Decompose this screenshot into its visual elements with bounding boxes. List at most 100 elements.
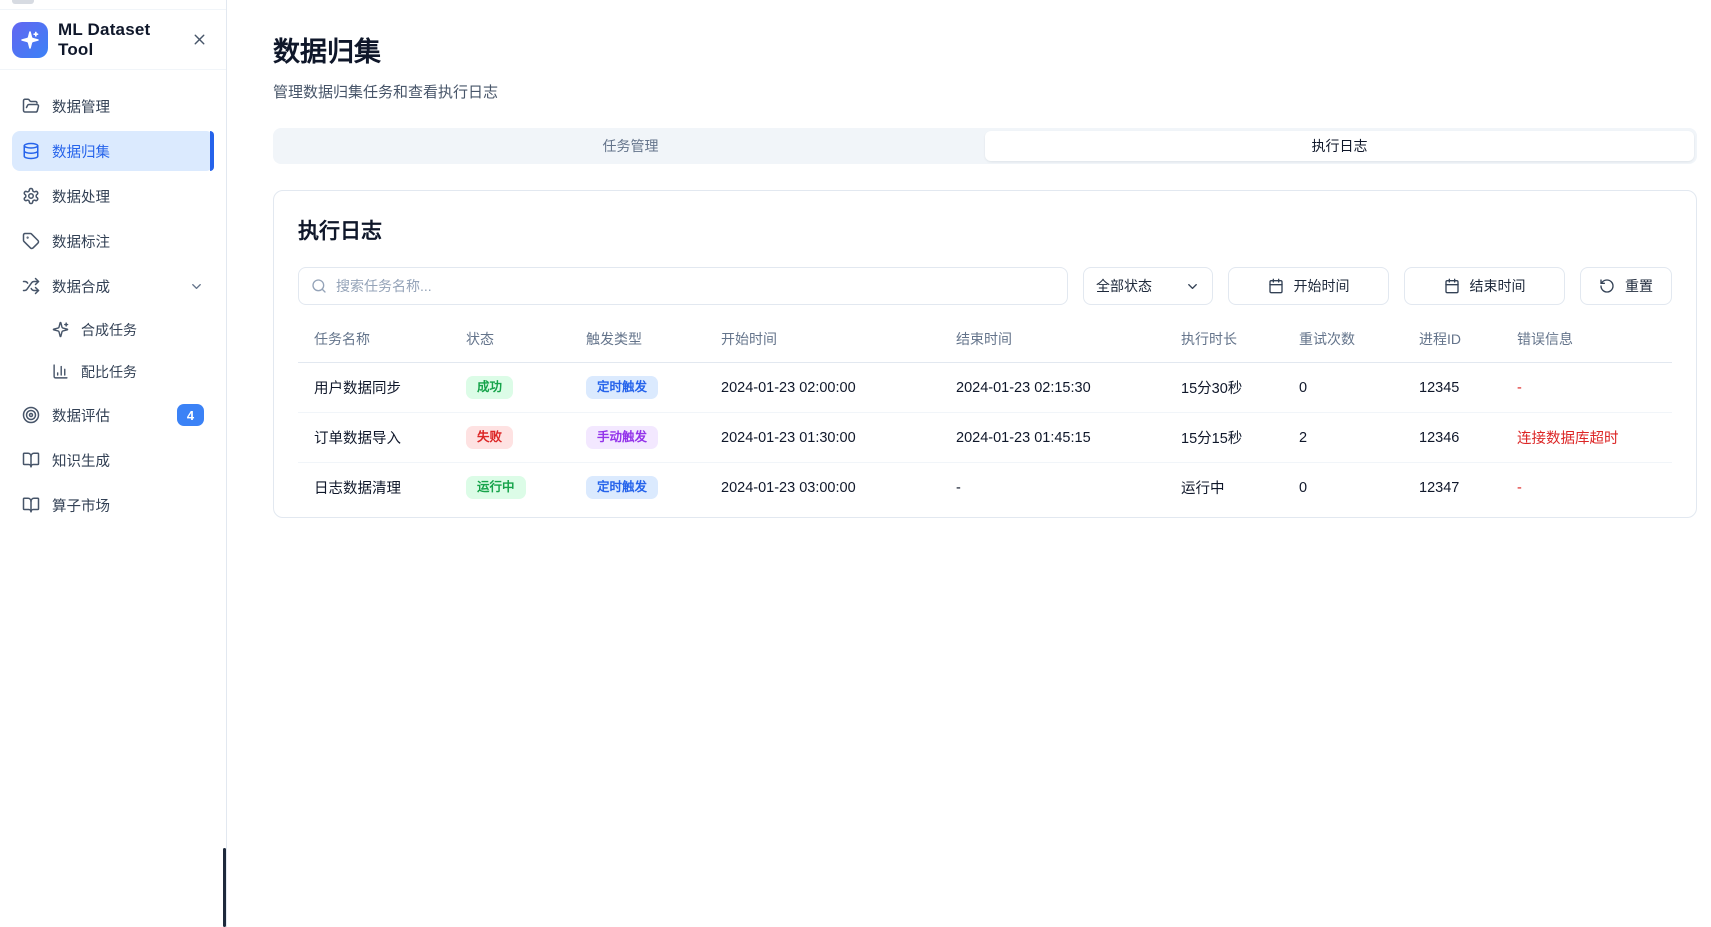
trigger-badge: 定时触发 <box>586 376 658 399</box>
calendar-icon <box>1268 278 1284 294</box>
sparkles-logo-icon <box>20 30 40 50</box>
cell-duration: 15分30秒 <box>1165 363 1283 413</box>
cell-start-time: 2024-01-23 01:30:00 <box>705 413 940 463</box>
app-logo <box>12 22 48 58</box>
cell-process-id: 12346 <box>1403 413 1501 463</box>
search-box <box>298 267 1068 305</box>
main-content: 数据归集 管理数据归集任务和查看执行日志 任务管理 执行日志 执行日志 全部状态 <box>227 0 1711 927</box>
search-icon <box>311 278 327 294</box>
cell-trigger-type: 定时触发 <box>570 463 705 513</box>
book-open-icon <box>22 496 40 514</box>
cell-error-info: - <box>1501 463 1672 513</box>
column-header-process-id: 进程ID <box>1403 329 1501 363</box>
column-header-end-time: 结束时间 <box>940 329 1165 363</box>
reset-label: 重置 <box>1625 276 1653 296</box>
sidebar-item-label: 数据归集 <box>52 141 204 162</box>
cell-end-time: 2024-01-23 01:45:15 <box>940 413 1165 463</box>
sidebar-item-knowledge-generation[interactable]: 知识生成 <box>12 440 214 480</box>
cell-status: 运行中 <box>450 463 570 513</box>
search-input[interactable] <box>336 278 1055 294</box>
sidebar-item-data-management[interactable]: 数据管理 <box>12 86 214 126</box>
shuffle-icon <box>22 277 40 295</box>
reset-button[interactable]: 重置 <box>1580 267 1672 305</box>
trigger-badge: 定时触发 <box>586 476 658 499</box>
cell-duration: 运行中 <box>1165 463 1283 513</box>
column-header-trigger-type: 触发类型 <box>570 329 705 363</box>
target-icon <box>22 406 40 424</box>
cell-trigger-type: 定时触发 <box>570 363 705 413</box>
filter-toolbar: 全部状态 开始时间 结束时间 <box>298 267 1672 305</box>
sidebar-item-data-synthesis[interactable]: 数据合成 <box>12 266 214 306</box>
cell-task-name: 日志数据清理 <box>298 463 450 513</box>
chevron-down-icon <box>189 279 204 294</box>
cell-process-id: 12347 <box>1403 463 1501 513</box>
cell-task-name: 用户数据同步 <box>298 363 450 413</box>
top-decoration <box>12 0 34 4</box>
tab-bar: 任务管理 执行日志 <box>273 128 1697 164</box>
column-header-status: 状态 <box>450 329 570 363</box>
start-time-label: 开始时间 <box>1294 276 1350 296</box>
status-badge: 成功 <box>466 376 513 399</box>
sidebar-item-data-collection[interactable]: 数据归集 <box>12 131 214 171</box>
column-header-error-info: 错误信息 <box>1501 329 1672 363</box>
sidebar-item-synthesis-task[interactable]: 合成任务 <box>42 311 214 348</box>
end-time-label: 结束时间 <box>1470 276 1526 296</box>
sidebar-item-label: 数据处理 <box>52 186 204 207</box>
close-icon <box>191 31 208 48</box>
trigger-badge: 手动触发 <box>586 426 658 449</box>
sidebar-item-label: 数据评估 <box>52 405 165 426</box>
end-time-button[interactable]: 结束时间 <box>1404 267 1565 305</box>
tab-execution-logs[interactable]: 执行日志 <box>985 131 1694 161</box>
calendar-icon <box>1444 278 1460 294</box>
reset-icon <box>1599 278 1615 294</box>
page-title: 数据归集 <box>273 30 1697 69</box>
cell-end-time: - <box>940 463 1165 513</box>
sidebar-item-ratio-task[interactable]: 配比任务 <box>42 353 214 390</box>
sidebar-item-label: 数据管理 <box>52 96 204 117</box>
close-sidebar-button[interactable] <box>187 27 212 52</box>
start-time-button[interactable]: 开始时间 <box>1228 267 1389 305</box>
sidebar: ML Dataset Tool 数据管理 数据归集 <box>0 0 227 927</box>
cell-process-id: 12345 <box>1403 363 1501 413</box>
tag-icon <box>22 232 40 250</box>
table-row: 日志数据清理 运行中 定时触发 2024-01-23 03:00:00 - 运行… <box>298 463 1672 513</box>
column-header-task-name: 任务名称 <box>298 329 450 363</box>
execution-logs-table: 任务名称 状态 触发类型 开始时间 结束时间 执行时长 重试次数 进程ID 错误… <box>298 329 1672 513</box>
execution-logs-panel: 执行日志 全部状态 <box>273 190 1697 518</box>
cell-status: 成功 <box>450 363 570 413</box>
page-subtitle: 管理数据归集任务和查看执行日志 <box>273 81 1697 102</box>
table-header-row: 任务名称 状态 触发类型 开始时间 结束时间 执行时长 重试次数 进程ID 错误… <box>298 329 1672 363</box>
cell-retry-count: 2 <box>1283 413 1403 463</box>
sidebar-item-label: 算子市场 <box>52 495 204 516</box>
cell-status: 失败 <box>450 413 570 463</box>
sidebar-item-operator-market[interactable]: 算子市场 <box>12 485 214 525</box>
cell-task-name: 订单数据导入 <box>298 413 450 463</box>
sidebar-item-label: 合成任务 <box>81 320 204 340</box>
sidebar-header: ML Dataset Tool <box>0 10 226 70</box>
tab-task-management[interactable]: 任务管理 <box>276 131 985 161</box>
status-badge: 运行中 <box>466 476 526 499</box>
folder-icon <box>22 97 40 115</box>
column-header-duration: 执行时长 <box>1165 329 1283 363</box>
column-header-retry-count: 重试次数 <box>1283 329 1403 363</box>
evaluation-count-badge: 4 <box>177 404 204 426</box>
column-header-start-time: 开始时间 <box>705 329 940 363</box>
sidebar-item-data-evaluation[interactable]: 数据评估 4 <box>12 395 214 435</box>
book-open-icon <box>22 451 40 469</box>
sidebar-item-label: 数据标注 <box>52 231 204 252</box>
cell-trigger-type: 手动触发 <box>570 413 705 463</box>
cell-error-info: - <box>1501 363 1672 413</box>
status-filter-select[interactable]: 全部状态 <box>1083 267 1213 305</box>
table-row: 用户数据同步 成功 定时触发 2024-01-23 02:00:00 2024-… <box>298 363 1672 413</box>
cell-retry-count: 0 <box>1283 463 1403 513</box>
cell-duration: 15分15秒 <box>1165 413 1283 463</box>
cell-error-info: 连接数据库超时 <box>1501 413 1672 463</box>
sidebar-item-data-processing[interactable]: 数据处理 <box>12 176 214 216</box>
sidebar-nav: 数据管理 数据归集 数据处理 数据标注 <box>0 70 226 525</box>
status-filter-value: 全部状态 <box>1096 276 1152 296</box>
sidebar-item-data-labeling[interactable]: 数据标注 <box>12 221 214 261</box>
app-window: ML Dataset Tool 数据管理 数据归集 <box>0 0 1711 927</box>
app-title: ML Dataset Tool <box>58 20 177 60</box>
panel-title: 执行日志 <box>298 215 1672 245</box>
sidebar-scrollbar-thumb[interactable] <box>223 848 226 927</box>
